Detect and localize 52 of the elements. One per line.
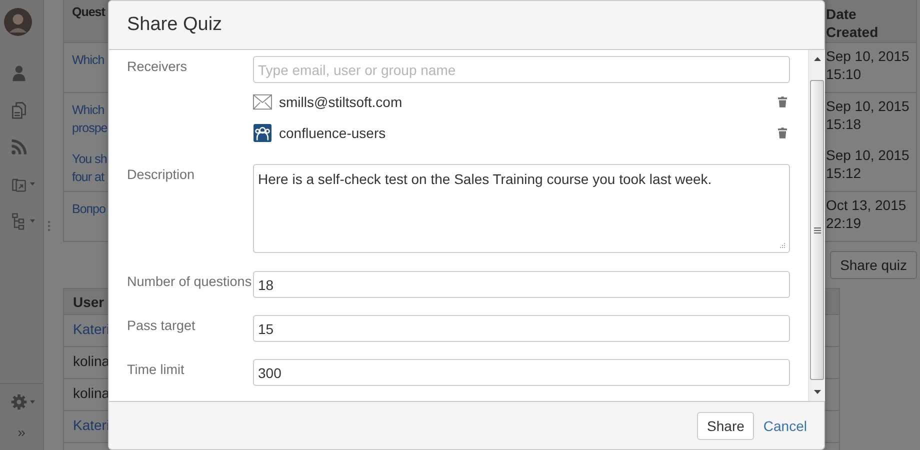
column-header: Date Created: [826, 5, 880, 42]
user-cell: kolina: [73, 385, 110, 401]
group-icon: [253, 124, 272, 142]
resize-handle[interactable]: [48, 221, 50, 231]
caret-icon[interactable]: [30, 400, 35, 404]
field-label: Description: [127, 166, 196, 184]
question-link[interactable]: Which: [72, 101, 108, 119]
feed-icon[interactable]: [10, 138, 28, 156]
settings-icon[interactable]: [10, 393, 28, 411]
caret-icon[interactable]: [30, 182, 35, 186]
date-cell-text: Sep 10, 2015 15:12: [826, 146, 910, 183]
question-link[interactable]: Вопро: [72, 200, 108, 218]
dialog-title: Share Quiz: [127, 14, 222, 36]
scroll-down-icon[interactable]: [814, 390, 820, 394]
trash-icon[interactable]: [778, 96, 787, 108]
question-link[interactable]: Which: [72, 51, 108, 69]
user-link[interactable]: Kateri: [73, 417, 110, 433]
user-cell: kolina: [73, 353, 110, 369]
grip-icon: [814, 226, 820, 234]
receiver-name: smills@stiltsoft.com: [279, 94, 404, 110]
trash-icon[interactable]: [778, 126, 787, 138]
avatar-icon[interactable]: [4, 8, 32, 36]
column-header: User: [73, 294, 104, 310]
person-icon[interactable]: [10, 64, 28, 82]
collapse-button[interactable]: »: [18, 420, 26, 450]
cancel-link[interactable]: Cancel: [763, 418, 807, 434]
question-link[interactable]: You sh: [72, 150, 108, 168]
date-cell-text: Sep 10, 2015 15:10: [826, 47, 910, 84]
question-link[interactable]: prospe: [72, 119, 108, 137]
question-link[interactable]: four at: [72, 168, 108, 186]
receivers-field[interactable]: Type email, user or group name: [253, 56, 790, 83]
receiver-name: confluence-users: [279, 124, 387, 140]
input-field[interactable]: 18: [253, 271, 790, 298]
user-link[interactable]: Kateri: [73, 321, 110, 337]
share-button[interactable]: Share: [697, 412, 754, 440]
field-label: Time limit: [127, 361, 186, 379]
date-cell-text: Sep 10, 2015 15:18: [826, 97, 910, 134]
input-field[interactable]: 15: [253, 315, 790, 342]
envelope-icon: [253, 92, 272, 110]
pages-icon[interactable]: [10, 100, 28, 118]
field-label: Pass target: [127, 317, 196, 335]
field-label: Number of questions: [127, 273, 253, 291]
scroll-up-icon[interactable]: [814, 57, 820, 61]
date-cell-text: Oct 13, 2015 22:19: [826, 196, 908, 233]
input-field[interactable]: 300: [253, 359, 790, 386]
column-header: Quest: [71, 4, 106, 21]
scroll-thumb[interactable]: [810, 80, 824, 380]
scrollbar[interactable]: [808, 50, 825, 401]
field-label: Receivers: [127, 58, 188, 76]
caret-icon[interactable]: [30, 218, 35, 222]
share-quiz-button[interactable]: Share quiz: [830, 251, 917, 279]
description-field[interactable]: Here is a self-check test on the Sales Training course you took last week.: [253, 164, 790, 253]
